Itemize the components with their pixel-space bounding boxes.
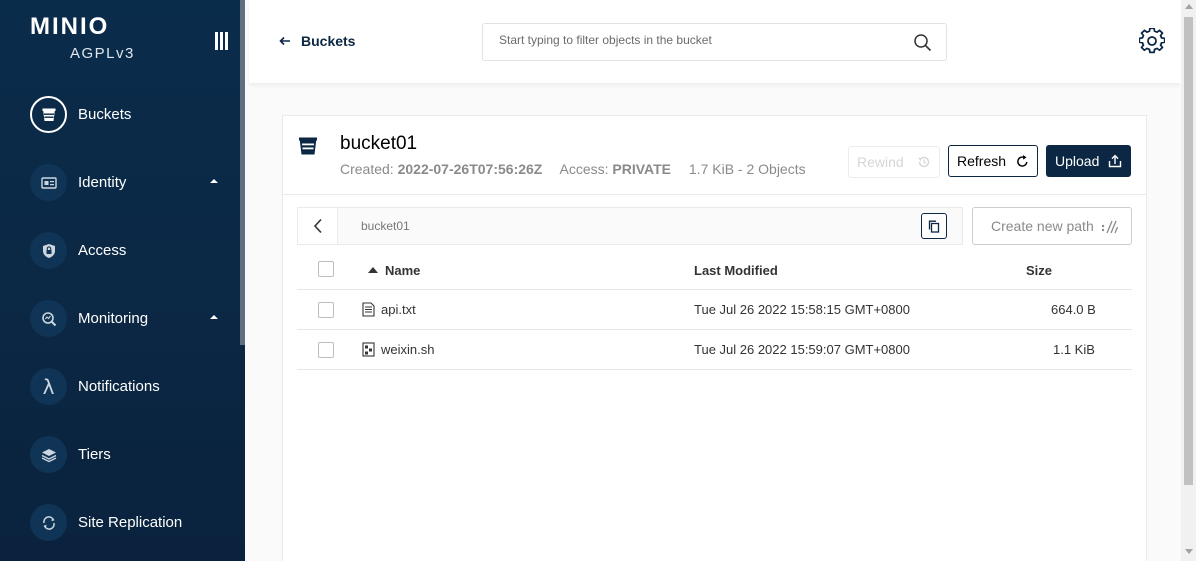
sidebar-item-notifications[interactable]: λ Notifications [0, 357, 240, 417]
bucket-summary-header: bucket01 Created: 2022-07-26T07:56:26Z A… [283, 116, 1146, 195]
page-header: Buckets [249, 0, 1181, 83]
sidebar-item-label: Site Replication [78, 514, 183, 531]
sidebar-item-monitoring[interactable]: Monitoring [0, 289, 240, 349]
bucket-title: bucket01 [340, 133, 418, 154]
sidebar-item-label: Identity [78, 174, 127, 191]
created-value: 2022-07-26T07:56:26Z [397, 161, 543, 177]
identity-card-icon [30, 164, 67, 201]
collapse-menu-icon[interactable] [215, 32, 229, 50]
search-icon[interactable] [913, 33, 932, 52]
lambda-icon: λ [30, 368, 67, 405]
chevron-up-icon[interactable] [208, 175, 220, 187]
sidebar-item-label: Buckets [78, 106, 132, 123]
search-input[interactable] [499, 33, 899, 47]
rewind-button[interactable]: Rewind [848, 146, 940, 178]
object-size: 664.0 B [1051, 302, 1096, 317]
rewind-button-label: Rewind [857, 154, 904, 170]
gear-icon[interactable] [1139, 28, 1165, 54]
create-path-label: Create new path [991, 218, 1094, 234]
sidebar-item-access[interactable]: Access [0, 221, 240, 281]
scroll-down-arrow-icon[interactable] [1185, 549, 1193, 554]
monitoring-search-icon [30, 300, 67, 337]
history-icon [918, 156, 930, 168]
upload-icon [1108, 154, 1122, 168]
row-checkbox[interactable] [318, 342, 334, 358]
object-size: 1.1 KiB [1053, 342, 1095, 357]
table-header-row: Name Last Modified Size [297, 250, 1132, 290]
create-new-path-button[interactable]: Create new path [972, 207, 1132, 245]
object-last-modified: Tue Jul 26 2022 15:58:15 GMT+0800 [694, 302, 910, 317]
chevron-up-icon[interactable] [208, 311, 220, 323]
bucket-usage-summary: 1.7 KiB - 2 Objects [688, 161, 806, 177]
sort-ascending-icon[interactable] [368, 267, 378, 273]
layers-icon [30, 436, 67, 473]
select-all-checkbox[interactable] [318, 261, 334, 277]
copy-icon [928, 220, 940, 233]
bucket-browser-panel: bucket01 Created: 2022-07-26T07:56:26Z A… [282, 115, 1147, 561]
row-checkbox[interactable] [318, 302, 334, 318]
sidebar-item-identity[interactable]: Identity [0, 153, 240, 213]
object-name[interactable]: api.txt [381, 302, 416, 317]
created-label: Created: [340, 161, 394, 177]
brand-name: MINIO [30, 13, 110, 40]
sidebar-item-tiers[interactable]: Tiers [0, 425, 240, 485]
back-to-buckets-link[interactable]: Buckets [279, 33, 355, 49]
sidebar-item-label: Monitoring [78, 310, 149, 327]
refresh-button[interactable]: Refresh [948, 145, 1038, 177]
column-header-last-modified[interactable]: Last Modified [694, 263, 778, 278]
chevron-left-icon [313, 218, 322, 234]
upload-button[interactable]: Upload [1046, 145, 1131, 177]
sidebar-item-buckets[interactable]: Buckets [0, 85, 240, 145]
script-file-icon [362, 342, 375, 357]
replication-icon [30, 504, 67, 541]
sidebar-item-label: Notifications [78, 378, 160, 395]
text-file-icon [362, 302, 375, 317]
back-link-label: Buckets [301, 33, 356, 49]
copy-path-button[interactable] [921, 213, 947, 239]
sidebar-item-label: Access [78, 242, 127, 259]
object-name[interactable]: weixin.sh [381, 342, 434, 357]
bucket-icon [30, 96, 67, 133]
sidebar-item-site-replication[interactable]: Site Replication [0, 493, 240, 553]
scroll-up-arrow-icon[interactable] [1185, 4, 1193, 9]
breadcrumb-back-button[interactable] [298, 208, 338, 244]
upload-button-label: Upload [1055, 153, 1100, 169]
object-last-modified: Tue Jul 26 2022 15:59:07 GMT+0800 [694, 342, 910, 357]
access-label: Access: [559, 161, 609, 177]
sidebar-item-label: Tiers [78, 446, 111, 463]
objects-table: Name Last Modified Size api.txt Tue Jul … [297, 250, 1132, 370]
breadcrumb-path[interactable]: bucket01 [361, 219, 410, 233]
refresh-icon [1017, 155, 1028, 167]
license-label: AGPLv3 [70, 45, 135, 62]
page-scrollbar[interactable] [1181, 0, 1196, 561]
column-header-name[interactable]: Name [385, 263, 420, 278]
column-header-size[interactable]: Size [1026, 263, 1052, 278]
refresh-button-label: Refresh [957, 153, 1007, 169]
access-value: PRIVATE [612, 161, 671, 177]
object-filter-search[interactable] [482, 23, 947, 61]
table-row[interactable]: weixin.sh Tue Jul 26 2022 15:59:07 GMT+0… [297, 330, 1132, 370]
new-path-icon [1101, 220, 1119, 234]
table-row[interactable]: api.txt Tue Jul 26 2022 15:58:15 GMT+080… [297, 290, 1132, 330]
scrollbar-thumb[interactable] [1184, 17, 1193, 485]
breadcrumb: bucket01 [297, 207, 963, 245]
sidebar-scrollbar[interactable] [240, 0, 245, 345]
minio-logo: MINIO AGPLv3 [30, 13, 133, 63]
lock-shield-icon [30, 232, 67, 269]
arrow-left-icon [279, 36, 290, 46]
bucket-meta: Created: 2022-07-26T07:56:26Z Access: PR… [340, 161, 806, 177]
sidebar: MINIO AGPLv3 Buckets Identity Access Mon… [0, 0, 245, 561]
bucket-icon [299, 137, 317, 155]
